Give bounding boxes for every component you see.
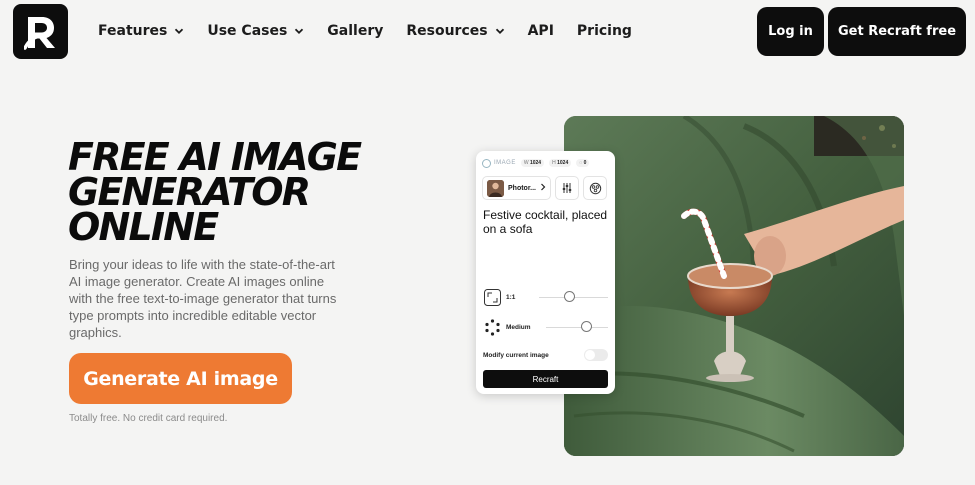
- nav-api[interactable]: API: [528, 23, 554, 39]
- chevron-down-icon: [495, 26, 505, 36]
- palette-button[interactable]: [583, 176, 607, 200]
- hero-title: FREE AI IMAGE GENERATOR ONLINE: [68, 138, 398, 249]
- modify-row: Modify current image: [483, 349, 608, 361]
- height-chip[interactable]: H 1024: [549, 159, 572, 167]
- detail-level-slider[interactable]: [546, 327, 608, 328]
- cta-note: Totally free. No credit card required.: [69, 413, 228, 424]
- prompt-text[interactable]: Festive cocktail, placed on a sofa: [483, 208, 608, 236]
- palette-icon: [589, 182, 601, 194]
- detail-level-label: Medium: [506, 323, 531, 331]
- chevron-down-icon: [174, 26, 184, 36]
- nav-use-cases-label: Use Cases: [207, 23, 288, 39]
- style-selector-label: Photor...: [508, 184, 536, 192]
- aspect-ratio-icon: [484, 288, 501, 306]
- detail-level-slider-handle[interactable]: [581, 321, 592, 332]
- chevron-right-icon: [540, 183, 546, 193]
- aspect-ratio-label: 1:1: [506, 293, 516, 301]
- get-recraft-free-button[interactable]: Get Recraft free: [828, 7, 966, 56]
- recraft-submit-button[interactable]: Recraft: [483, 370, 608, 388]
- nav-api-label: API: [527, 23, 554, 39]
- detail-dots-icon: [485, 318, 500, 336]
- nav-use-cases[interactable]: Use Cases: [207, 23, 304, 39]
- recraft-logo[interactable]: [13, 4, 68, 59]
- modify-current-image-toggle[interactable]: [584, 349, 608, 361]
- recraft-logo-icon: [23, 16, 55, 50]
- recraft-mini-logo-icon: [482, 158, 491, 168]
- style-row: Photor...: [482, 176, 607, 200]
- generate-ai-image-button[interactable]: Generate AI image: [69, 353, 292, 404]
- style-selector[interactable]: Photor...: [482, 176, 551, 200]
- cocktail-on-sofa-photo: [564, 116, 904, 456]
- nav-gallery-label: Gallery: [327, 23, 384, 39]
- nav-gallery[interactable]: Gallery: [327, 23, 383, 39]
- main-nav: Features Use Cases Gallery Resources API…: [98, 19, 655, 43]
- width-chip[interactable]: W 1024: [520, 159, 545, 167]
- hero-image: [564, 116, 904, 456]
- login-button[interactable]: Log in: [757, 7, 824, 56]
- card-brand-label: IMAGE: [494, 160, 516, 166]
- style-thumbnail: [487, 179, 504, 197]
- nav-features-label: Features: [98, 23, 168, 39]
- generator-card: IMAGE W 1024 H 1024 ◌ 0 Photor... Festiv…: [476, 151, 615, 394]
- detail-level-control: Medium: [484, 318, 608, 336]
- card-brand: IMAGE: [482, 158, 516, 168]
- sliders-icon: [562, 183, 572, 193]
- nav-pricing[interactable]: Pricing: [577, 23, 632, 39]
- nav-resources-label: Resources: [406, 23, 488, 39]
- aspect-ratio-control: 1:1: [484, 288, 608, 306]
- nav-features[interactable]: Features: [98, 23, 184, 39]
- chevron-down-icon: [294, 26, 304, 36]
- card-toolbar: IMAGE W 1024 H 1024 ◌ 0: [482, 157, 609, 169]
- nav-pricing-label: Pricing: [576, 23, 632, 39]
- modify-current-image-label: Modify current image: [483, 351, 549, 359]
- adjustments-button[interactable]: [555, 176, 579, 200]
- nav-resources[interactable]: Resources: [406, 23, 504, 39]
- hero-description: Bring your ideas to life with the state-…: [69, 257, 337, 340]
- hero-title-line-3: ONLINE: [68, 205, 219, 249]
- aspect-ratio-slider-handle[interactable]: [564, 291, 575, 302]
- count-chip[interactable]: ◌ 0: [576, 159, 590, 167]
